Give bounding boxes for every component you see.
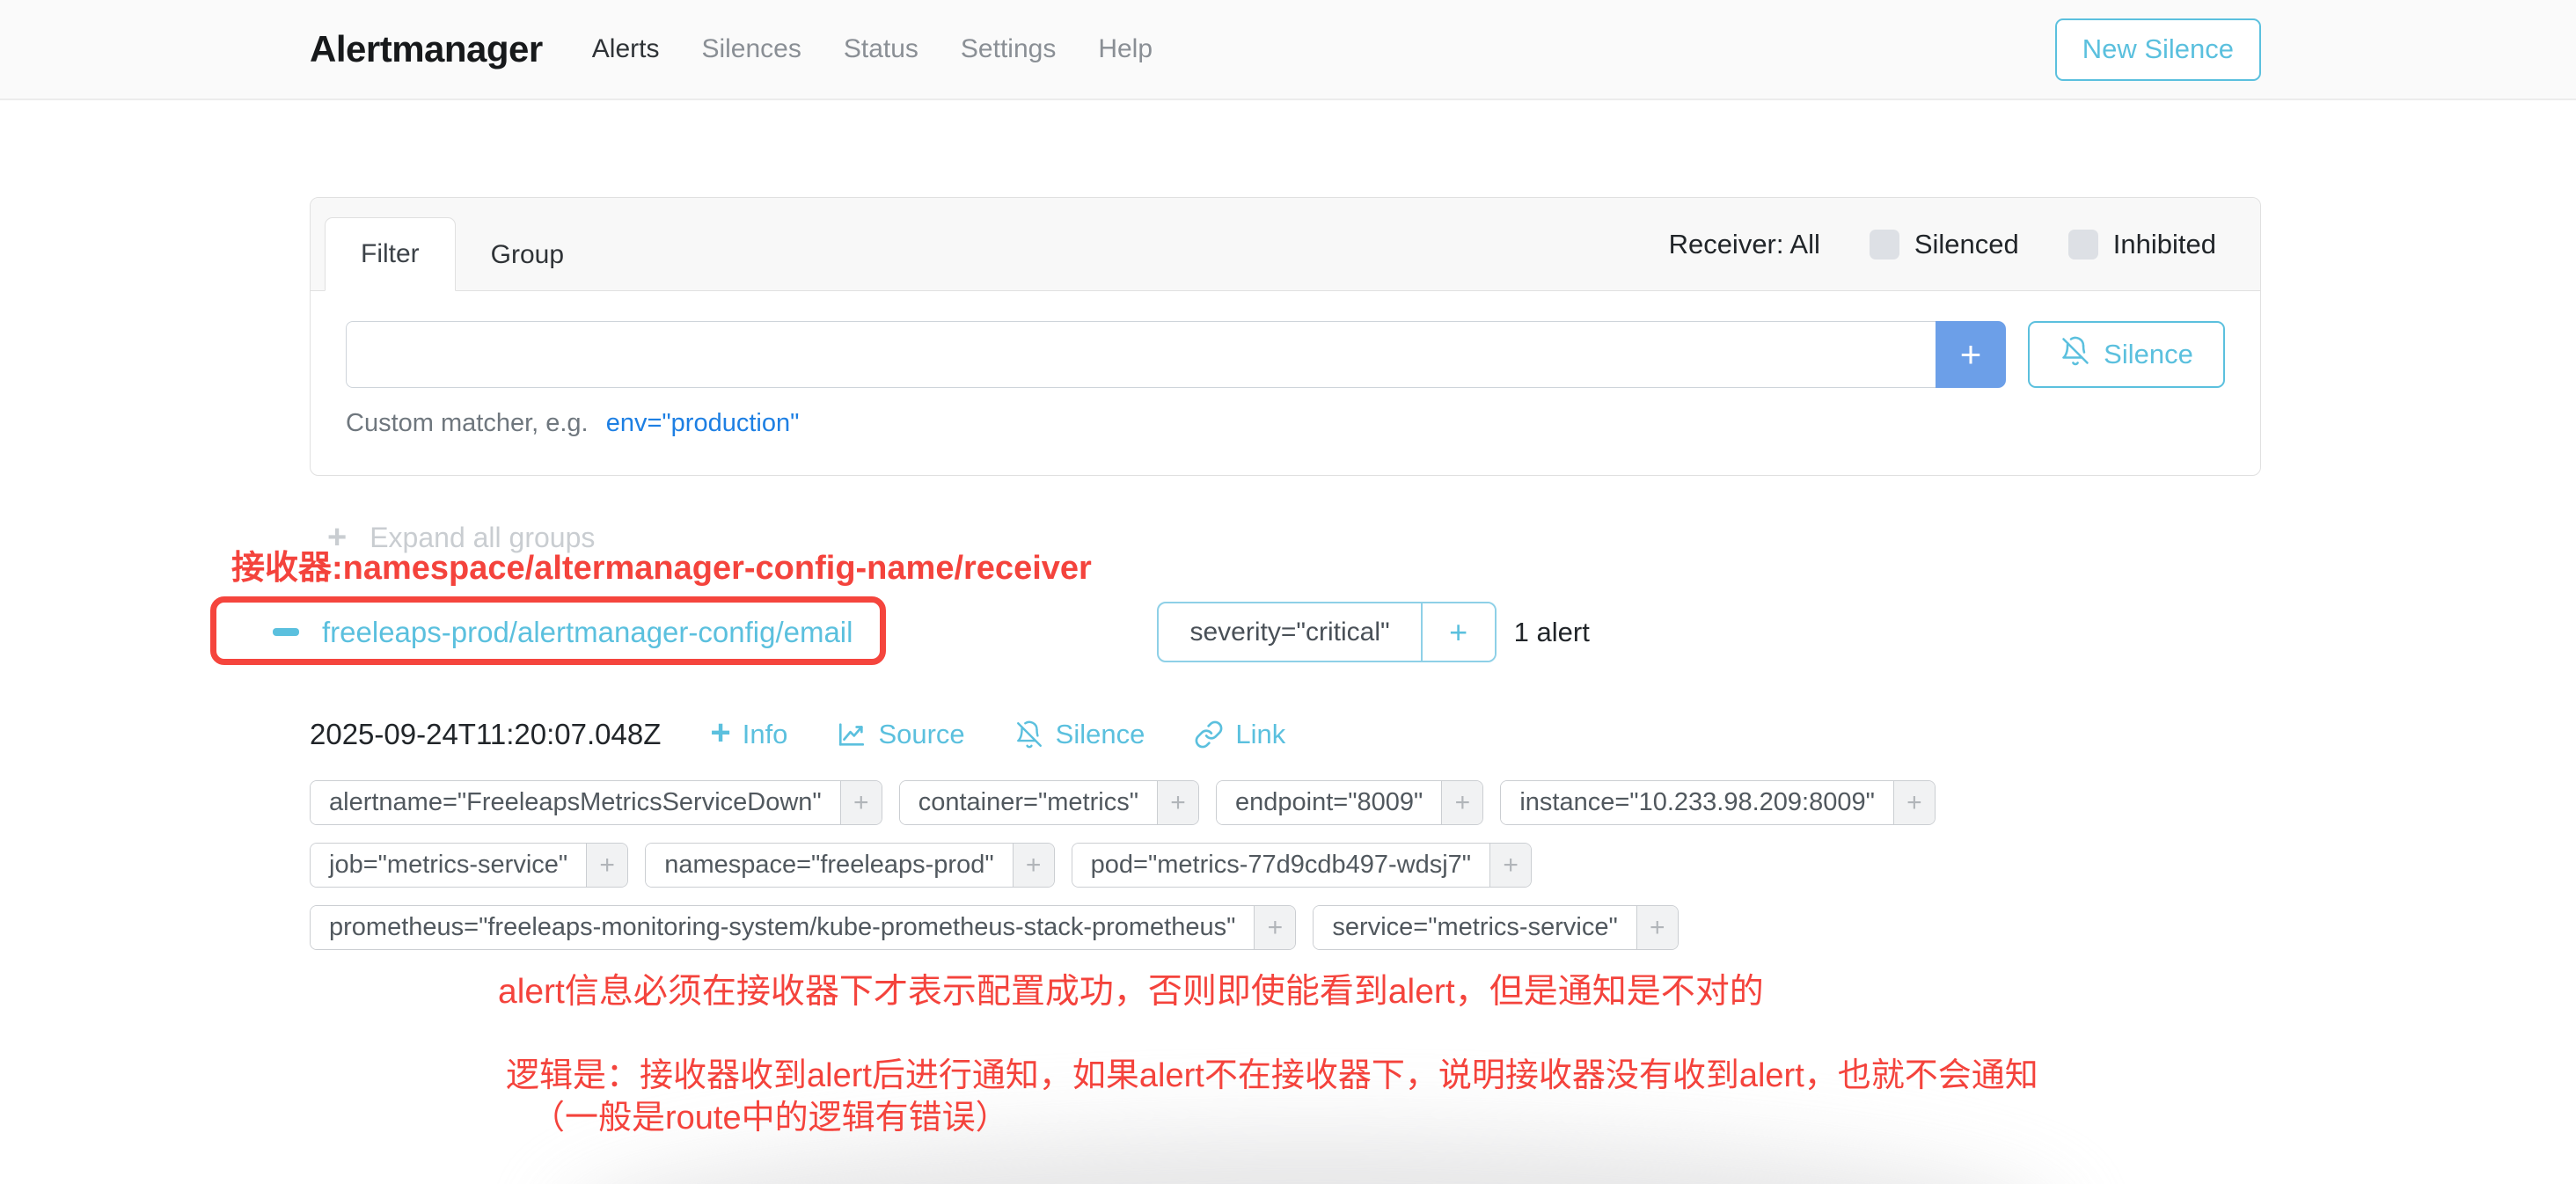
filter-card-header: Filter Group Receiver: All Silenced Inhi…	[311, 198, 2260, 291]
group-matcher-add-button[interactable]: +	[1421, 603, 1495, 661]
silenced-checkbox[interactable]	[1870, 230, 1899, 259]
alertmanager-page: Alertmanager Alerts Silences Status Sett…	[0, 0, 2576, 1184]
minus-icon	[273, 628, 299, 636]
app-brand[interactable]: Alertmanager	[310, 28, 543, 70]
alert-count: 1 alert	[1514, 617, 1590, 648]
collapse-group-link[interactable]: freeleaps-prod/alertmanager-config/email	[273, 603, 853, 661]
labels-row-1: alertname="FreeleapsMetricsServiceDown" …	[310, 780, 1936, 825]
filter-tabs: Filter Group	[325, 217, 599, 291]
label-add-filter-button[interactable]: +	[1013, 844, 1054, 887]
silenced-checkbox-wrap[interactable]: Silenced	[1870, 229, 2019, 260]
nav-item-status[interactable]: Status	[844, 34, 918, 64]
group-matcher-label: severity="critical"	[1159, 603, 1420, 661]
label-add-filter-button[interactable]: +	[1254, 906, 1295, 949]
label-add-filter-button[interactable]: +	[1893, 781, 1935, 824]
matcher-input[interactable]	[346, 321, 1936, 388]
annotation-line-2: 逻辑是：接收器收到alert后进行通知，如果alert不在接收器下，说明接收器没…	[506, 1048, 2038, 1096]
alert-info-label: Info	[743, 719, 788, 750]
label-add-filter-button[interactable]: +	[1441, 781, 1482, 824]
label-job: job="metrics-service" +	[310, 843, 628, 888]
inhibited-checkbox-wrap[interactable]: Inhibited	[2068, 229, 2216, 260]
alert-permalink[interactable]: Link	[1194, 719, 1285, 750]
alert-silence-label: Silence	[1056, 719, 1145, 750]
label-text[interactable]: job="metrics-service"	[311, 844, 586, 887]
alert-source-label: Source	[878, 719, 964, 750]
label-text[interactable]: prometheus="freeleaps-monitoring-system/…	[311, 906, 1254, 949]
filter-card: Filter Group Receiver: All Silenced Inhi…	[310, 197, 2261, 476]
new-silence-button[interactable]: New Silence	[2055, 18, 2261, 81]
filter-options: Receiver: All Silenced Inhibited	[1669, 229, 2216, 260]
alert-row-header: 2025-09-24T11:20:07.048Z + Info Source	[310, 718, 1285, 751]
label-prometheus: prometheus="freeleaps-monitoring-system/…	[310, 905, 1296, 950]
label-add-filter-button[interactable]: +	[1157, 781, 1198, 824]
label-add-filter-button[interactable]: +	[1636, 906, 1678, 949]
nav-item-settings[interactable]: Settings	[961, 34, 1056, 64]
tab-filter[interactable]: Filter	[325, 217, 456, 291]
silenced-checkbox-label: Silenced	[1914, 229, 2019, 260]
label-text[interactable]: instance="10.233.98.209:8009"	[1501, 781, 1893, 824]
bottom-shadow-artifact	[563, 1135, 2059, 1184]
label-add-filter-button[interactable]: +	[840, 781, 882, 824]
nav-item-help[interactable]: Help	[1098, 34, 1153, 64]
alert-timestamp: 2025-09-24T11:20:07.048Z	[310, 718, 661, 751]
alert-labels: alertname="FreeleapsMetricsServiceDown" …	[310, 780, 1936, 950]
alert-source-link[interactable]: Source	[837, 719, 964, 750]
matcher-hint-example-link[interactable]: env="production"	[606, 409, 800, 437]
tab-group[interactable]: Group	[456, 219, 599, 291]
label-text[interactable]: namespace="freeleaps-prod"	[646, 844, 1012, 887]
label-service: service="metrics-service" +	[1313, 905, 1678, 950]
nav-item-alerts[interactable]: Alerts	[592, 34, 660, 64]
label-endpoint: endpoint="8009" +	[1216, 780, 1483, 825]
silence-filter-button-label: Silence	[2104, 339, 2193, 370]
label-add-filter-button[interactable]: +	[586, 844, 627, 887]
label-text[interactable]: service="metrics-service"	[1314, 906, 1636, 949]
annotation-receiver-note: 接收器:namespace/altermanager-config-name/r…	[231, 540, 1092, 588]
label-container: container="metrics" +	[899, 780, 1199, 825]
group-receiver-label: freeleaps-prod/alertmanager-config/email	[322, 616, 853, 649]
label-instance: instance="10.233.98.209:8009" +	[1500, 780, 1936, 825]
inhibited-checkbox-label: Inhibited	[2113, 229, 2216, 260]
receiver-filter-dropdown[interactable]: Receiver: All	[1669, 229, 1820, 260]
label-text[interactable]: alertname="FreeleapsMetricsServiceDown"	[311, 781, 840, 824]
silence-filter-button[interactable]: Silence	[2028, 321, 2225, 388]
labels-row-3: prometheus="freeleaps-monitoring-system/…	[310, 905, 1936, 950]
inhibited-checkbox[interactable]	[2068, 230, 2098, 259]
label-add-filter-button[interactable]: +	[1489, 844, 1531, 887]
label-alertname: alertname="FreeleapsMetricsServiceDown" …	[310, 780, 882, 825]
main-nav: Alerts Silences Status Settings Help	[592, 34, 1153, 64]
alert-silence-link[interactable]: Silence	[1014, 719, 1145, 750]
nav-item-silences[interactable]: Silences	[701, 34, 801, 64]
bell-slash-icon	[1014, 720, 1044, 749]
matcher-input-group: + Silence	[346, 321, 2225, 388]
annotation-line-3: （一般是route中的逻辑有错误）	[531, 1090, 1009, 1138]
label-text[interactable]: pod="metrics-77d9cdb497-wdsj7"	[1072, 844, 1489, 887]
label-namespace: namespace="freeleaps-prod" +	[645, 843, 1054, 888]
label-text[interactable]: container="metrics"	[900, 781, 1157, 824]
matcher-hint: Custom matcher, e.g. env="production"	[346, 409, 2225, 438]
bell-slash-icon	[2060, 335, 2091, 374]
link-icon	[1194, 720, 1224, 749]
add-matcher-button[interactable]: +	[1936, 321, 2006, 388]
alert-permalink-label: Link	[1235, 719, 1285, 750]
label-pod: pod="metrics-77d9cdb497-wdsj7" +	[1072, 843, 1532, 888]
group-matcher-chip: severity="critical" +	[1157, 602, 1496, 662]
filter-card-body: + Silence Custom matcher, e	[311, 291, 2260, 438]
label-text[interactable]: endpoint="8009"	[1217, 781, 1441, 824]
top-navbar: Alertmanager Alerts Silences Status Sett…	[0, 0, 2576, 100]
alert-group-row: freeleaps-prod/alertmanager-config/email…	[273, 602, 1590, 662]
annotation-line-1: alert信息必须在接收器下才表示配置成功，否则即使能看到alert，但是通知是…	[498, 964, 1764, 1013]
plus-icon: +	[710, 715, 730, 750]
labels-row-2: job="metrics-service" + namespace="freel…	[310, 843, 1936, 888]
chart-icon	[837, 720, 867, 749]
alert-info-link[interactable]: + Info	[710, 719, 787, 750]
matcher-hint-text: Custom matcher, e.g.	[346, 409, 589, 437]
